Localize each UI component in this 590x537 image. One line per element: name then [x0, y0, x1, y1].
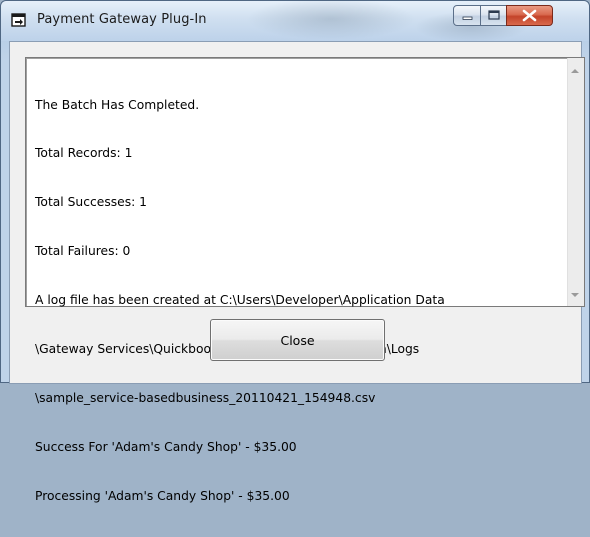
- log-line: Success For 'Adam's Candy Shop' - $35.00: [35, 439, 297, 454]
- log-line: Total Successes: 1: [35, 195, 147, 210]
- vertical-scrollbar[interactable]: [567, 58, 584, 306]
- window-title: Payment Gateway Plug-In: [37, 12, 207, 27]
- log-line: Total Records: 1: [35, 146, 133, 161]
- close-icon: [522, 9, 537, 22]
- close-button[interactable]: Close: [210, 319, 385, 361]
- log-line: Processing 'Adam's Candy Shop' - $35.00: [35, 488, 290, 503]
- log-textbox[interactable]: The Batch Has Completed. Total Records: …: [25, 57, 585, 503]
- maximize-button[interactable]: [480, 5, 507, 26]
- app-window-icon: [11, 13, 26, 27]
- log-line: Total Failures: 0: [35, 244, 131, 259]
- title-bar[interactable]: Payment Gateway Plug-In: [1, 1, 589, 41]
- log-line: A log file has been created at C:\Users\…: [35, 293, 445, 308]
- window-close-button[interactable]: [506, 5, 553, 26]
- scroll-down-arrow-icon[interactable]: [571, 293, 579, 297]
- log-line: The Batch Has Completed.: [35, 97, 200, 112]
- minimize-icon: [462, 16, 473, 20]
- scroll-up-arrow-icon[interactable]: [571, 69, 579, 73]
- log-line: \sample_service-basedbusiness_20110421_1…: [35, 390, 376, 405]
- dialog-window: Payment Gateway Plug-In The Batch Has Co…: [0, 0, 590, 503]
- maximize-icon: [488, 10, 500, 20]
- log-text: The Batch Has Completed. Total Records: …: [35, 64, 555, 537]
- minimize-button[interactable]: [453, 5, 481, 26]
